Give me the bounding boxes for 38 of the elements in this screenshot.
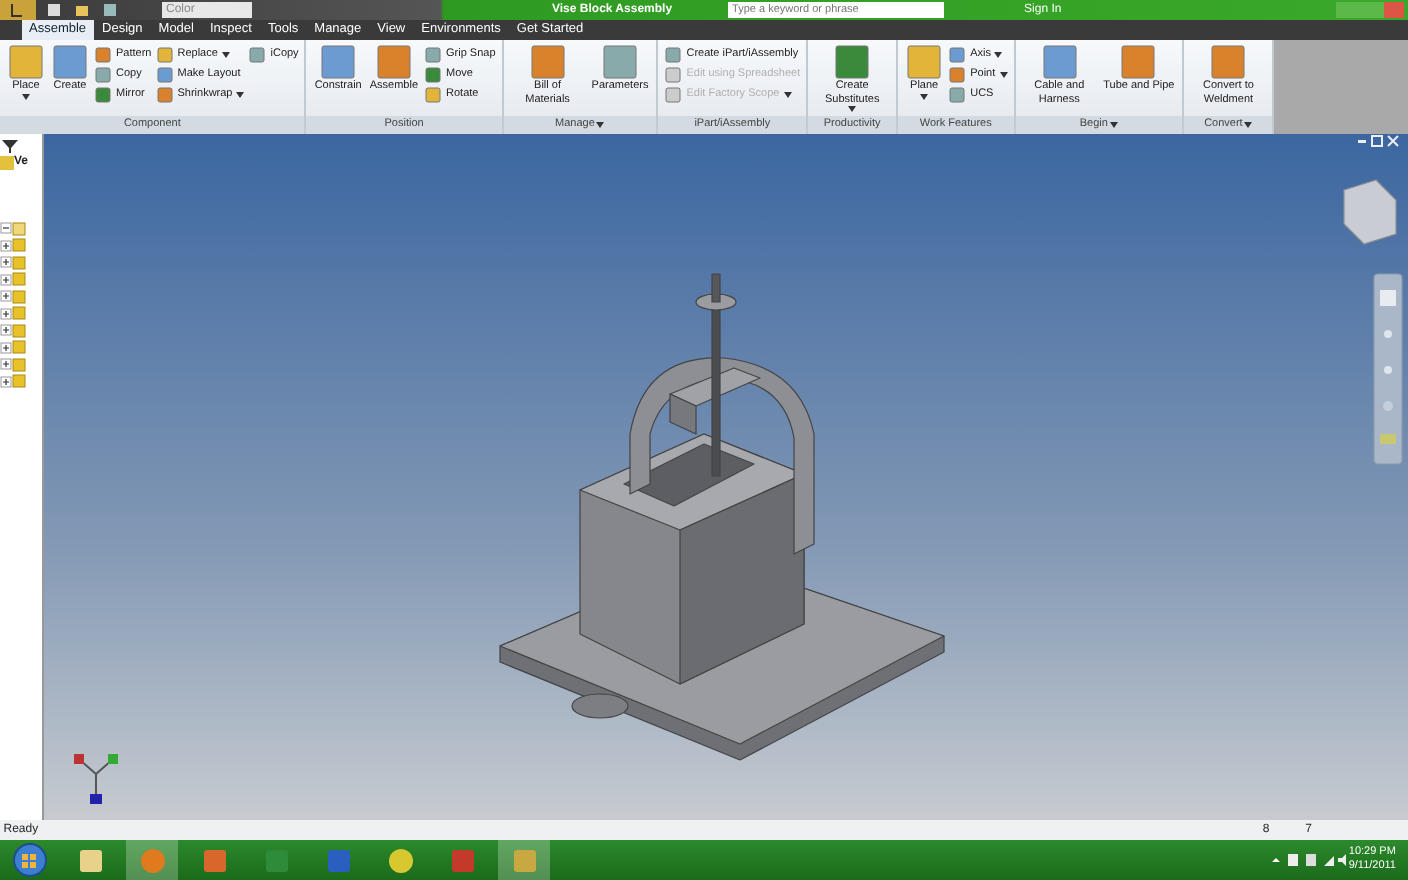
tool-icon xyxy=(320,44,357,80)
expand-toggle-icon[interactable] xyxy=(0,358,12,370)
expand-toggle-icon[interactable] xyxy=(0,273,12,285)
tool-icon xyxy=(1120,44,1157,80)
caret-icon xyxy=(994,51,1003,57)
caret-icon xyxy=(848,106,857,112)
view-cube-icon[interactable] xyxy=(1343,179,1397,245)
tool-icon xyxy=(906,44,943,80)
tool-icon xyxy=(1041,44,1078,80)
caret-icon xyxy=(22,93,30,99)
expand-toggle-icon[interactable] xyxy=(0,256,12,268)
tool-icon xyxy=(1210,44,1247,80)
assembly-icon xyxy=(0,155,14,170)
tool-icon xyxy=(834,44,871,80)
tray-icons[interactable] xyxy=(1269,852,1346,868)
tool-icon xyxy=(375,44,412,80)
expand-toggle-icon[interactable] xyxy=(0,222,12,234)
start-button-icon[interactable] xyxy=(12,842,48,878)
expand-toggle-icon[interactable] xyxy=(0,375,12,387)
expand-toggle-icon[interactable] xyxy=(0,324,12,336)
tool-icon xyxy=(602,44,638,80)
expand-toggle-icon[interactable] xyxy=(0,290,12,302)
caret-icon xyxy=(236,91,245,97)
caret-icon xyxy=(999,71,1008,77)
tool-icon xyxy=(529,44,566,80)
caret-icon xyxy=(221,51,230,57)
tool-icon xyxy=(248,45,267,63)
viewport-window-controls-icon[interactable] xyxy=(1358,135,1399,147)
caret-icon xyxy=(783,91,792,97)
expand-toggle-icon[interactable] xyxy=(0,341,12,353)
axis-triad-icon xyxy=(74,754,118,804)
tool-icon xyxy=(52,44,88,80)
circle-logo-icon xyxy=(387,847,413,873)
caret-icon xyxy=(920,93,929,99)
navigation-bar[interactable] xyxy=(1373,273,1403,465)
expand-toggle-icon[interactable] xyxy=(0,239,12,251)
expand-toggle-icon[interactable] xyxy=(0,307,12,319)
tool-icon xyxy=(8,44,44,80)
